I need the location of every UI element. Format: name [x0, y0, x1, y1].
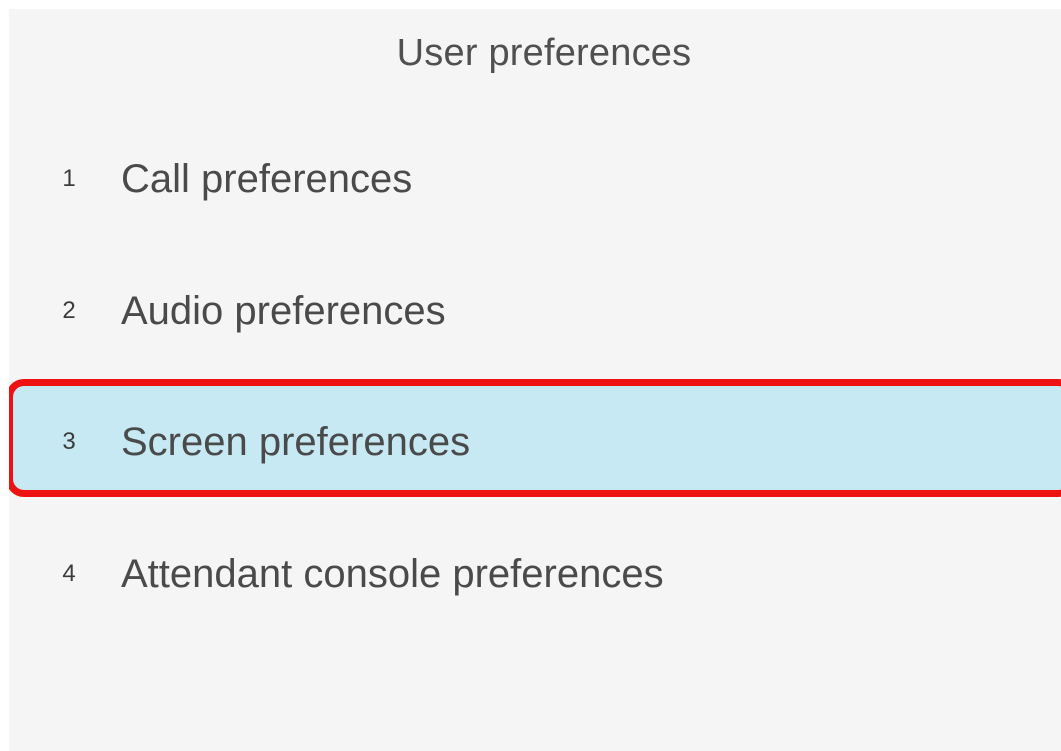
- page-title: User preferences: [396, 32, 692, 74]
- menu-item-audio-preferences[interactable]: 2 Audio preferences: [9, 257, 1061, 365]
- menu-item-label: Screen preferences: [121, 419, 471, 464]
- menu-item-screen-preferences[interactable]: 3 Screen preferences: [9, 379, 1061, 497]
- menu-item-label: Audio preferences: [121, 288, 446, 333]
- phone-screen: User preferences 1 Call preferences 2 Au…: [9, 9, 1061, 751]
- menu-item-number: 1: [62, 165, 76, 192]
- menu-item-call-preferences[interactable]: 1 Call preferences: [9, 125, 1061, 233]
- menu-item-attendant-console-preferences[interactable]: 4 Attendant console preferences: [9, 520, 1061, 628]
- menu-item-number: 4: [62, 560, 76, 587]
- menu-item-number: 3: [62, 428, 76, 455]
- menu-item-number: 2: [62, 297, 76, 324]
- menu-item-label: Call preferences: [121, 156, 413, 201]
- menu-item-label: Attendant console preferences: [121, 551, 664, 596]
